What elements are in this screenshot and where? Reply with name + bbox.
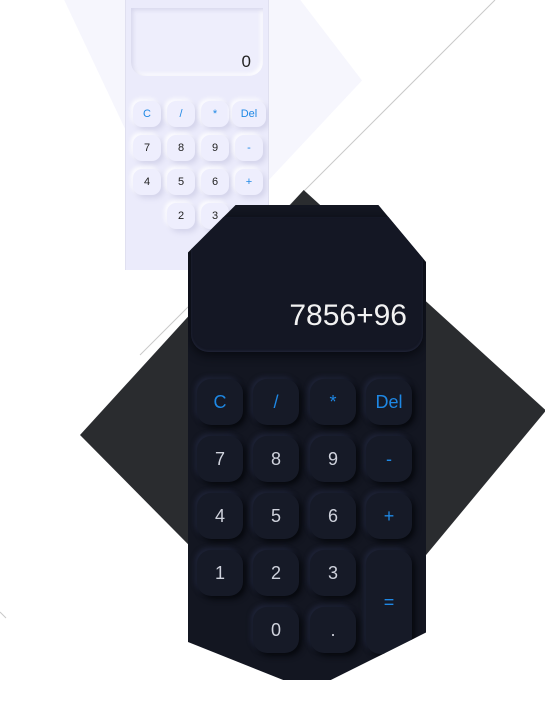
light-minus-button[interactable]: - (235, 135, 263, 161)
dark-multiply-button[interactable]: * (310, 379, 356, 425)
dark-key-8[interactable]: 8 (253, 436, 299, 482)
light-key-7[interactable]: 7 (133, 135, 161, 161)
light-key-9[interactable]: 9 (201, 135, 229, 161)
light-clear-button[interactable]: C (133, 101, 161, 127)
dark-key-0[interactable]: 0 (253, 607, 299, 653)
dark-key-7[interactable]: 7 (197, 436, 243, 482)
light-key-6[interactable]: 6 (201, 169, 229, 195)
light-display: 0 (131, 8, 263, 76)
light-divide-button[interactable]: / (167, 101, 195, 127)
dark-key-5[interactable]: 5 (253, 493, 299, 539)
light-key-4[interactable]: 4 (133, 169, 161, 195)
dark-divide-button[interactable]: / (253, 379, 299, 425)
dark-minus-button[interactable]: - (366, 436, 412, 482)
dark-key-2[interactable]: 2 (253, 550, 299, 596)
dark-delete-button[interactable]: Del (366, 379, 412, 425)
dark-clear-button[interactable]: C (197, 379, 243, 425)
light-key-8[interactable]: 8 (167, 135, 195, 161)
light-display-value: 0 (241, 52, 251, 71)
dark-plus-button[interactable]: + (366, 493, 412, 539)
dark-key-4[interactable]: 4 (197, 493, 243, 539)
dark-display: 7856+96 (191, 217, 423, 352)
light-key-5[interactable]: 5 (167, 169, 195, 195)
light-plus-button[interactable]: + (235, 169, 263, 195)
light-key-2[interactable]: 2 (167, 203, 195, 229)
dark-key-3[interactable]: 3 (310, 550, 356, 596)
dark-key-6[interactable]: 6 (310, 493, 356, 539)
dark-calculator: 7856+96 C / * Del 7 8 9 - 4 5 6 + 1 2 3 … (188, 205, 426, 680)
dark-display-value: 7856+96 (289, 299, 407, 332)
light-multiply-button[interactable]: * (201, 101, 229, 127)
dark-key-1[interactable]: 1 (197, 550, 243, 596)
dark-decimal-button[interactable]: . (310, 607, 356, 653)
light-delete-button[interactable]: Del (232, 101, 266, 127)
dark-key-9[interactable]: 9 (310, 436, 356, 482)
dark-equals-button[interactable]: = (366, 550, 412, 654)
